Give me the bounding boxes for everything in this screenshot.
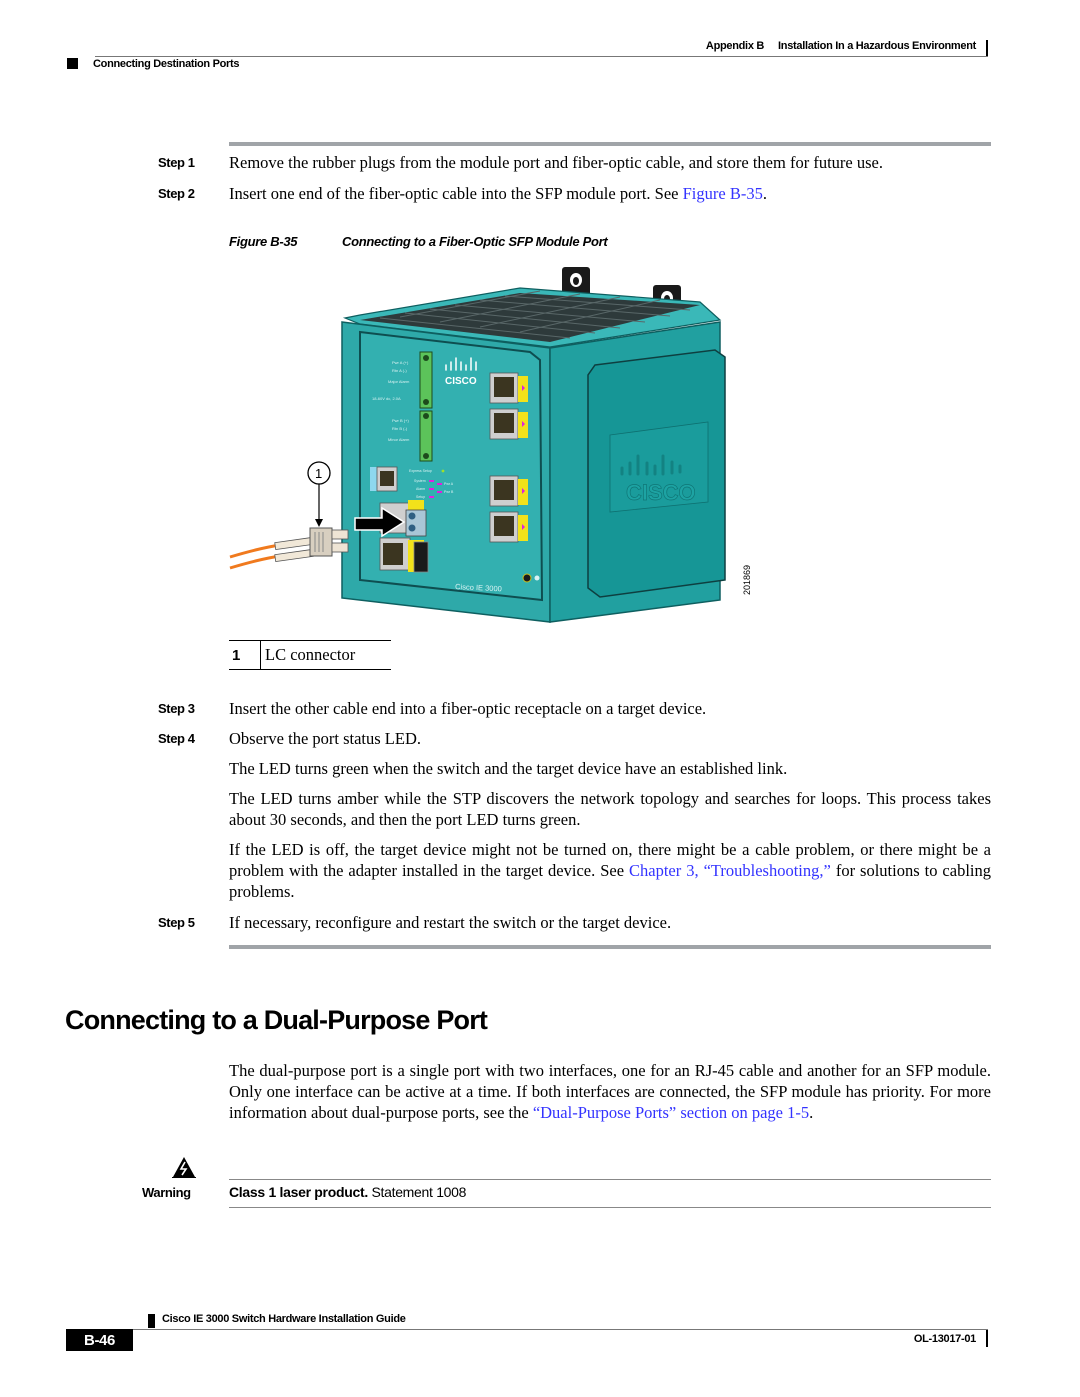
warning-text: Class 1 laser product. Statement 1008: [229, 1184, 466, 1200]
console-port: [370, 466, 398, 492]
step-1-text: Remove the rubber plugs from the module …: [229, 153, 883, 172]
step-1-label: Step 1: [158, 155, 195, 170]
callout-number: 1: [229, 641, 261, 669]
section-body-paragraph: The dual-purpose port is a single port w…: [229, 1060, 991, 1123]
running-header-section: Connecting Destination Ports: [93, 58, 240, 70]
dual-purpose-ports-link[interactable]: “Dual-Purpose Ports” section on page 1-5: [533, 1103, 809, 1122]
svg-text:Pwr A: Pwr A: [444, 482, 454, 486]
warning-bottom-rule: [229, 1207, 991, 1208]
appendix-label: Appendix B: [705, 40, 765, 52]
front-cisco-logo-text: CISCO: [445, 376, 477, 387]
led-green-paragraph: The LED turns green when the switch and …: [229, 759, 788, 778]
svg-text:Setup: Setup: [416, 495, 425, 499]
callout-table-row: 1 LC connector: [229, 641, 391, 669]
svg-text:Express Setup: Express Setup: [409, 469, 432, 473]
svg-text:Major Alarm: Major Alarm: [388, 379, 410, 384]
power-terminal-b: [419, 410, 433, 462]
step-2-text-end: .: [762, 184, 767, 203]
ground-icon: [534, 575, 540, 581]
step-2-text-body: Insert one end of the fiber-optic cable …: [229, 184, 683, 203]
figure-art-id: 201869: [742, 565, 752, 595]
page-number: B-46: [66, 1329, 133, 1351]
step-5-text: If necessary, reconfigure and restart th…: [229, 913, 672, 932]
step-2-text: Insert one end of the fiber-optic cable …: [229, 183, 999, 204]
callout-1-number: 1: [315, 466, 322, 481]
svg-text:Rtn A (-): Rtn A (-): [392, 368, 407, 373]
callout-table: 1 LC connector: [229, 640, 391, 670]
svg-text:Rtn B (-): Rtn B (-): [392, 426, 408, 431]
header-rule: [95, 56, 988, 57]
warning-top-rule: [229, 1179, 991, 1180]
led-off-paragraph: If the LED is off, the target device mig…: [229, 839, 991, 902]
running-header-right: Appendix B Installation In a Hazardous En…: [600, 40, 976, 52]
svg-text:Pwr B (+): Pwr B (+): [392, 418, 409, 423]
warning-bold-text: Class 1 laser product.: [229, 1184, 368, 1200]
step-3-text: Insert the other cable end into a fiber-…: [229, 699, 707, 718]
svg-text:Minor Alarm: Minor Alarm: [388, 437, 410, 442]
side-cisco-logo-text: CISCO: [626, 480, 696, 505]
svg-text:System: System: [414, 479, 426, 483]
figure-number: Figure B-35: [229, 234, 298, 249]
steps-top-rule: [229, 142, 991, 146]
footer-guide-title: Cisco IE 3000 Switch Hardware Installati…: [162, 1313, 406, 1325]
footer-rule: [90, 1329, 988, 1330]
warning-shock-icon: [172, 1157, 196, 1178]
svg-text:18-60V dc, 2.0A: 18-60V dc, 2.0A: [372, 396, 401, 401]
led-amber-paragraph: The LED turns amber while the STP discov…: [229, 789, 991, 829]
steps-bottom-rule: [229, 945, 991, 949]
footer-marker: [148, 1314, 155, 1328]
ethernet-port-4: [489, 511, 528, 543]
reset-button: [522, 573, 532, 583]
header-marker: [67, 58, 78, 69]
warning-label: Warning: [142, 1185, 191, 1200]
footer-bar: [986, 1330, 988, 1347]
figure-b35-illustration: CISCO CISCO Pwr A (+) Rtn A (-) Major Al…: [229, 267, 752, 623]
chapter-title: Installation In a Hazardous Environment: [778, 40, 976, 52]
svg-text:Alarm: Alarm: [416, 487, 425, 491]
ethernet-port-2: [489, 408, 528, 440]
svg-text:Pwr A (+): Pwr A (+): [392, 360, 409, 365]
figure-b35-link[interactable]: Figure B-35: [683, 184, 763, 203]
figure-title: Connecting to a Fiber-Optic SFP Module P…: [342, 234, 608, 249]
power-terminal-a: [419, 351, 433, 409]
troubleshooting-link[interactable]: Chapter 3, “Troubleshooting,”: [629, 861, 831, 880]
section-body-text-end: .: [809, 1103, 814, 1122]
section-heading: Connecting to a Dual-Purpose Port: [65, 1005, 488, 1035]
ethernet-port-3: [489, 475, 528, 507]
step-4-text: Observe the port status LED.: [229, 729, 421, 748]
callout-1: 1: [307, 461, 331, 527]
step-4-label: Step 4: [158, 731, 195, 746]
ethernet-port-1: [489, 372, 528, 404]
step-3-label: Step 3: [158, 701, 195, 716]
step-2-label: Step 2: [158, 186, 195, 201]
fiber-optic-cable: [229, 536, 321, 570]
doc-number: OL-13017-01: [913, 1333, 976, 1345]
callout-description: LC connector: [265, 645, 356, 664]
step-5-label: Step 5: [158, 915, 195, 930]
warning-statement: Statement 1008: [367, 1184, 467, 1200]
header-bar: [986, 40, 988, 57]
svg-text:Pwr B: Pwr B: [444, 490, 454, 494]
